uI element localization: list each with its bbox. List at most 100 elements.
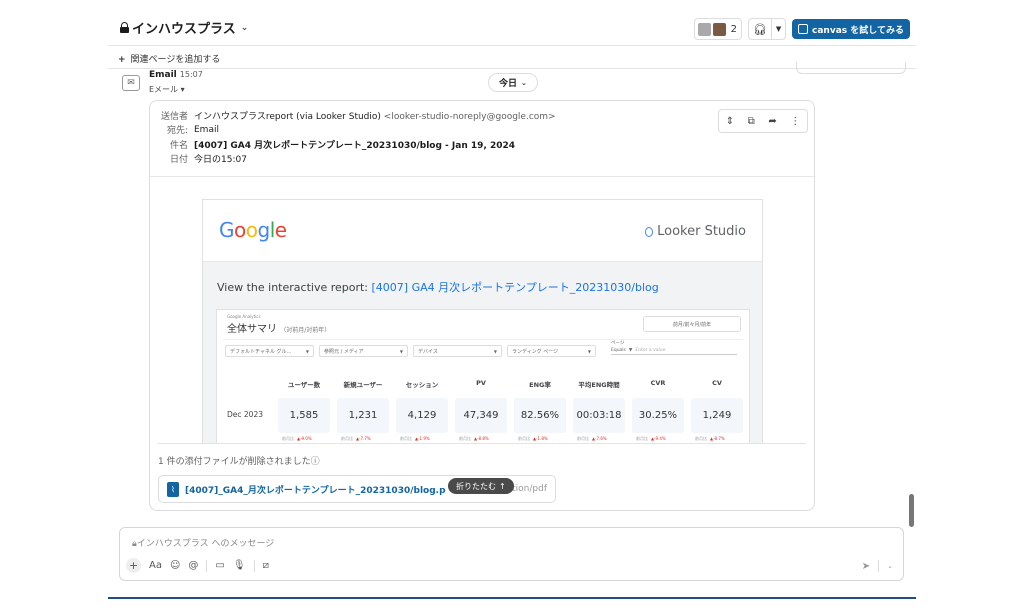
open-external-icon[interactable]: ⧉ <box>748 116 755 127</box>
message-sender[interactable]: Email 15:07 <box>149 70 203 80</box>
plus-icon: + <box>118 55 126 65</box>
add-page-label: 関連ページを追加する <box>130 55 221 65</box>
metric-value-eng-rate: 82.56% <box>514 398 566 433</box>
composer-placeholder: インハウスプラス へのメッセージ <box>136 539 275 549</box>
avatar <box>712 22 726 36</box>
member-count: 2 <box>730 23 738 35</box>
page-filter-label: ページ <box>611 341 625 346</box>
email-preview-card: 送信者 インハウスプラスreport (via Looker Studio) <l… <box>149 100 815 511</box>
filter-source-medium: 参照元 / メディア ▼ <box>319 345 408 357</box>
caret-down-icon: ▾ <box>180 85 185 94</box>
members-button[interactable]: 2 <box>693 18 743 40</box>
forward-icon[interactable]: ➦ <box>768 116 776 127</box>
metric-delta: 前月比 ▲-1.8% <box>518 436 548 441</box>
add-attachment-button[interactable]: + <box>126 558 141 573</box>
metric-header-new-users: 新規ユーザー <box>343 381 383 389</box>
metric-value-cv: 1,249 <box>691 398 743 433</box>
channel-name: インハウスプラス <box>132 22 236 37</box>
collapse-label: 折りたたむ <box>456 481 496 491</box>
page-filter-placeholder: Enter a value <box>635 348 666 353</box>
looker-studio-label: Looker Studio <box>657 224 746 239</box>
view-report-line: View the interactive report: [4007] GA4 … <box>217 279 659 295</box>
message-composer[interactable]: 🔒︎インハウスプラス へのメッセージ + Aa ☺ @ ▭ 🎙︎ ⧄ ➤ ⌄ <box>119 527 904 581</box>
view-report-prefix: View the interactive report: <box>217 281 372 294</box>
metric-value-avg-eng-time: 00:03:18 <box>573 398 625 433</box>
metric-delta: 前月比 ▲-8.7% <box>695 436 725 441</box>
report-thumbnail[interactable]: Google Analytics 全体サマリ （対前月/対前年） 前月/前々月/… <box>216 309 750 444</box>
composer-input[interactable]: 🔒︎インハウスプラス へのメッセージ <box>132 536 274 549</box>
looker-studio-brand: Looker Studio <box>645 224 746 239</box>
report-filters: デフォルトチャネル グル... ▼ 参照元 / メディア ▼ デバイス ▼ ランディン… <box>225 345 596 357</box>
filter-device: デバイス ▼ <box>413 345 502 357</box>
chevron-down-icon[interactable]: ⌄ <box>887 562 893 570</box>
send-controls: ➤ ⌄ <box>862 560 893 572</box>
attachment-file-type: tion/pdf <box>512 484 547 494</box>
metric-value-users: 1,585 <box>278 398 330 433</box>
headphones-icon[interactable]: 🎧︎ <box>749 19 771 39</box>
arrow-up-icon: ↑ <box>499 481 506 491</box>
microphone-icon[interactable]: 🎙︎ <box>233 560 246 571</box>
huddle-control[interactable]: 🎧︎ ▼ <box>748 18 787 40</box>
metric-delta: 前月比 ▲-7.6% <box>577 436 607 441</box>
google-logo: Google <box>219 218 287 242</box>
sender-subtitle[interactable]: Eメール ▾ <box>149 84 185 95</box>
send-icon[interactable]: ➤ <box>862 561 870 572</box>
scrollbar-thumb[interactable] <box>909 494 914 527</box>
metric-value-sessions: 4,129 <box>396 398 448 433</box>
attachment-removed-text: 1 件の添付ファイルが削除されました <box>158 457 311 467</box>
subject-label: 件名 <box>169 140 188 151</box>
metric-header-cvr: CVR <box>650 379 666 387</box>
date-divider-button[interactable]: 今日 ⌄ <box>488 73 538 92</box>
formatting-icon[interactable]: Aa <box>149 560 162 571</box>
help-icon[interactable]: ⓘ <box>311 457 320 467</box>
date-range-box: 前月/前々月/前年 <box>643 316 741 332</box>
report-title-text: 全体サマリ <box>227 324 277 335</box>
report-title-note: （対前月/対前年） <box>280 327 331 334</box>
bookmarks-bar: + 関連ページを追加する <box>108 46 916 69</box>
canvas-button-label: canvas を試してみる <box>812 25 904 36</box>
slack-app: インハウスプラス ⌄ 2 🎧︎ ▼ canvas を試してみる + 関連ページを追… <box>108 0 916 614</box>
email-metadata: 送信者 インハウスプラスreport (via Looker Studio) <l… <box>150 108 814 166</box>
avatar <box>697 22 711 36</box>
metric-header-avg-eng-time: 平均ENG時間 <box>578 381 620 389</box>
to-label: 宛先: <box>166 126 188 137</box>
metric-delta: 前月比 ▲-9.0% <box>282 436 312 441</box>
filter-channel-group: デフォルトチャネル グル... ▼ <box>225 345 314 357</box>
attachment-file-name[interactable]: [4007]_GA4_月次レポートテンプレート_20231030/blog.p <box>185 483 446 496</box>
canvas-button[interactable]: canvas を試してみる <box>792 19 910 39</box>
add-page-link[interactable]: + 関連ページを追加する <box>118 55 220 65</box>
attachment-clip-icon: ⌇ <box>167 481 179 497</box>
email-body: Google Looker Studio View the interactiv… <box>150 176 814 444</box>
metric-value-cvr: 30.25% <box>632 398 684 433</box>
date-value: 今日の15:07 <box>194 155 247 166</box>
row-label-month: Dec 2023 <box>227 410 263 419</box>
chevron-down-icon: ⌄ <box>240 22 249 33</box>
composer-toolbar: + Aa ☺ @ ▭ 🎙︎ ⧄ <box>126 558 269 573</box>
email-actions: ⇕ ⧉ ➦ ⋮ <box>718 109 808 133</box>
from-name: インハウスプラスreport (via Looker Studio) <box>194 111 381 122</box>
report-link[interactable]: [4007] GA4 月次レポートテンプレート_20231030/blog <box>372 281 659 294</box>
channel-title-button[interactable]: インハウスプラス ⌄ <box>120 18 248 37</box>
mention-icon[interactable]: @ <box>188 560 198 571</box>
more-icon[interactable]: ⋮ <box>790 116 800 127</box>
metric-header-cv: CV <box>712 379 722 387</box>
sender-subtitle-label: Eメール <box>149 85 179 94</box>
sender-name[interactable]: Email <box>149 70 177 80</box>
shortcuts-icon[interactable]: ⧄ <box>263 560 269 571</box>
lock-icon <box>120 22 129 33</box>
message-time[interactable]: 15:07 <box>180 70 203 79</box>
video-icon[interactable]: ▭ <box>215 560 224 571</box>
page-filter: ページ Equals ▼ Enter a value <box>611 340 737 355</box>
report-title: 全体サマリ （対前月/対前年） <box>227 320 330 335</box>
metric-delta: 前月比 ▲-1.9% <box>400 436 430 441</box>
expand-icon[interactable]: ⇕ <box>726 116 734 127</box>
chevron-down-icon[interactable]: ▼ <box>771 19 785 39</box>
ga-source-label: Google Analytics <box>227 314 261 319</box>
from-address: <looker-studio-noreply@google.com> <box>383 111 556 122</box>
looker-studio-email: Google Looker Studio View the interactiv… <box>202 199 763 444</box>
message-actions-toolbar[interactable] <box>796 62 906 74</box>
collapse-button[interactable]: 折りたたむ ↑ <box>448 478 514 494</box>
emoji-icon[interactable]: ☺ <box>170 560 180 571</box>
subject-value: [4007] GA4 月次レポートテンプレート_20231030/blog - … <box>194 140 516 151</box>
looker-studio-logo-icon <box>645 226 654 237</box>
